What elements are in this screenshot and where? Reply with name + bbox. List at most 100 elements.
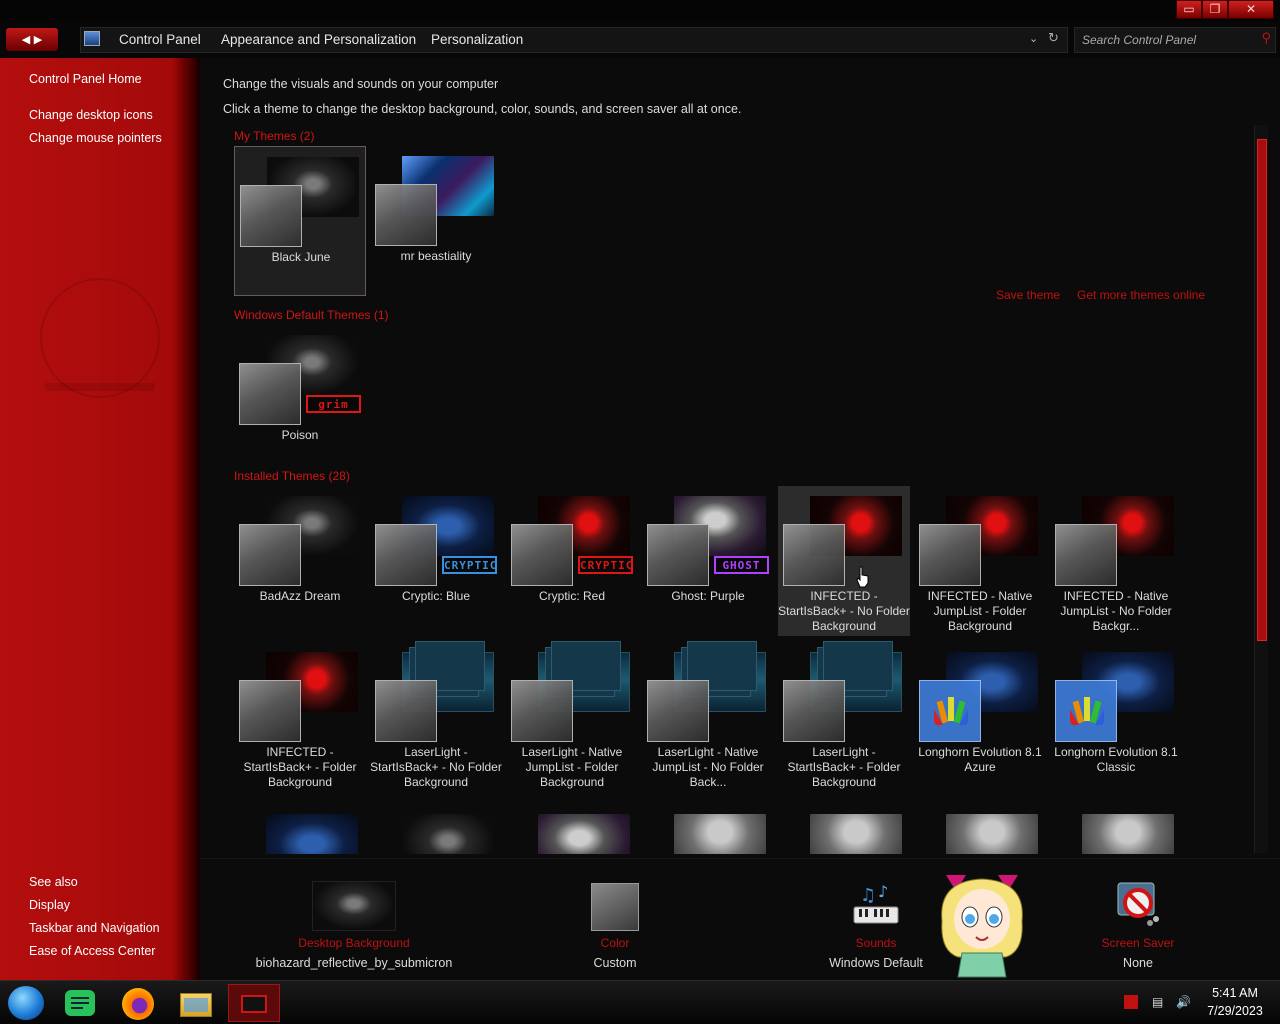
theme-tile[interactable]: grim Poison <box>234 325 366 475</box>
theme-tile[interactable] <box>370 804 502 854</box>
taskbar-navigation-link[interactable]: Taskbar and Navigation <box>29 921 160 935</box>
theme-name: LaserLight - Native JumpList - Folder Ba… <box>521 745 623 789</box>
theme-tile[interactable] <box>778 804 910 854</box>
theme-gallery: My Themes (2) Windows Default Themes (1)… <box>230 124 1254 854</box>
theme-name: Black June <box>271 250 331 264</box>
theme-color-swatch <box>647 524 709 586</box>
page-instructions: Click a theme to change the desktop back… <box>223 102 742 116</box>
theme-name: Poison <box>281 428 319 442</box>
theme-color-swatch <box>511 680 573 742</box>
volume-icon[interactable]: 🔊 <box>1176 995 1192 1009</box>
breadcrumb-personalization[interactable]: Personalization <box>431 32 523 47</box>
search-icon[interactable]: ⚲ <box>1261 31 1271 46</box>
main-content: Change the visuals and sounds on your co… <box>200 58 1280 980</box>
theme-color-swatch <box>783 680 845 742</box>
theme-tile[interactable]: Longhorn Evolution 8.1 Azure <box>914 642 1046 792</box>
theme-tile[interactable]: Longhorn Evolution 8.1 Classic <box>1050 642 1182 792</box>
theme-logo-badge: GHOST <box>714 556 769 574</box>
theme-tile[interactable]: INFECTED - Native JumpList - No Folder B… <box>1050 486 1182 636</box>
refresh-icon[interactable]: ↻ <box>1048 31 1059 46</box>
desktop-background-value: biohazard_reflective_by_submicron <box>255 956 453 970</box>
sounds-label: Sounds <box>855 936 897 950</box>
change-desktop-icons-link[interactable]: Change desktop icons <box>29 108 153 122</box>
theme-tile[interactable]: BadAzz Dream <box>234 486 366 636</box>
theme-logo-badge: CRYPTIC <box>442 556 497 574</box>
theme-name: INFECTED - Native JumpList - Folder Back… <box>927 589 1033 633</box>
theme-tile[interactable]: LaserLight - StartIsBack+ - No Folder Ba… <box>370 641 502 792</box>
theme-color-swatch <box>239 680 301 742</box>
theme-tile[interactable]: INFECTED - Native JumpList - Folder Back… <box>914 486 1046 636</box>
scrollbar-thumb[interactable] <box>1257 139 1267 641</box>
restore-button[interactable]: ❐ <box>1202 0 1228 19</box>
theme-color-swatch <box>239 524 301 586</box>
theme-tile[interactable] <box>234 804 366 854</box>
personalization-icon[interactable] <box>228 984 280 1022</box>
breadcrumb-control-panel[interactable]: Control Panel <box>119 32 201 47</box>
theme-tile[interactable]: Black June <box>234 146 366 296</box>
mascot-image <box>932 861 1032 979</box>
theme-name: Cryptic: Red <box>538 589 606 603</box>
breadcrumb-appearance[interactable]: Appearance and Personalization <box>221 32 416 47</box>
save-theme-link[interactable]: Save theme <box>996 288 1060 302</box>
theme-tile[interactable] <box>914 804 1046 854</box>
close-button[interactable]: ✕ <box>1228 0 1274 19</box>
network-icon[interactable]: ▤ <box>1152 995 1168 1009</box>
theme-tile[interactable] <box>506 804 638 854</box>
start-orb-icon[interactable] <box>6 984 46 1022</box>
back-forward-button[interactable]: ◀ ▶ <box>6 28 58 51</box>
theme-tile[interactable] <box>642 804 774 854</box>
theme-logo-badge: grim <box>306 395 361 413</box>
screen-saver-setting[interactable]: Screen Saver None <box>1098 873 1178 973</box>
tray-red-icon[interactable] <box>1124 995 1138 1009</box>
clock[interactable]: 5:41 AM 7/29/2023 <box>1200 984 1270 1020</box>
theme-wallpaper-thumbnail <box>538 814 630 854</box>
address-bar-row: ◀ ▶ Control Panel Appearance and Persona… <box>0 22 1280 58</box>
control-panel-home-link[interactable]: Control Panel Home <box>29 72 142 86</box>
sounds-setting[interactable]: ♫ ♪ Sounds Windows Default <box>829 873 923 973</box>
theme-tile[interactable]: GHOST Ghost: Purple <box>642 486 774 636</box>
get-more-themes-link[interactable]: Get more themes online <box>1077 288 1205 302</box>
theme-tile[interactable]: INFECTED - StartIsBack+ - Folder Backgro… <box>234 642 366 792</box>
sidebar-watermark <box>40 278 160 398</box>
mouse-cursor <box>856 566 870 588</box>
theme-tile[interactable] <box>1050 804 1182 854</box>
theme-settings-bar: Desktop Background biohazard_reflective_… <box>200 858 1280 980</box>
theme-tile[interactable]: CRYPTIC Cryptic: Red <box>506 486 638 636</box>
history-dropdown-icon[interactable]: ⌄ <box>1029 32 1038 45</box>
firefox-icon[interactable] <box>118 984 158 1022</box>
theme-color-swatch <box>375 680 437 742</box>
theme-tile[interactable]: INFECTED - StartIsBack+ - No Folder Back… <box>778 486 910 636</box>
theme-wallpaper-thumbnail <box>810 814 902 854</box>
theme-name: LaserLight - StartIsBack+ - Folder Backg… <box>787 745 901 789</box>
display-link[interactable]: Display <box>29 898 70 912</box>
theme-tile[interactable]: CRYPTIC Cryptic: Blue <box>370 486 502 636</box>
color-label: Color <box>600 936 630 950</box>
theme-tile[interactable]: mr beastiality <box>370 146 502 296</box>
search-input[interactable]: Search Control Panel ⚲ <box>1074 27 1276 53</box>
theme-tile[interactable]: LaserLight - Native JumpList - Folder Ba… <box>506 641 638 792</box>
theme-name: INFECTED - StartIsBack+ - No Folder Back… <box>778 589 910 633</box>
taskbar: ▤ 🔊 5:41 AM 7/29/2023 <box>0 980 1280 1024</box>
chat-icon[interactable] <box>60 984 100 1022</box>
breadcrumb[interactable]: Control Panel Appearance and Personaliza… <box>80 27 1068 53</box>
color-setting[interactable]: Color Custom <box>575 873 655 973</box>
file-explorer-icon[interactable] <box>176 984 216 1022</box>
desktop-background-setting[interactable]: Desktop Background biohazard_reflective_… <box>256 873 452 973</box>
theme-color-swatch <box>375 184 437 246</box>
ease-of-access-link[interactable]: Ease of Access Center <box>29 944 155 958</box>
theme-logo-badge: CRYPTIC <box>578 556 633 574</box>
theme-color-swatch <box>375 524 437 586</box>
page-title: Change the visuals and sounds on your co… <box>223 77 499 91</box>
svg-text:♪: ♪ <box>878 882 888 901</box>
default-themes-header: Windows Default Themes (1) <box>234 308 389 322</box>
theme-wallpaper-thumbnail <box>266 814 358 854</box>
color-swatch <box>591 883 639 931</box>
vertical-scrollbar[interactable] <box>1254 125 1268 853</box>
theme-name: Cryptic: Blue <box>401 589 471 603</box>
theme-name: LaserLight - StartIsBack+ - No Folder Ba… <box>370 745 502 789</box>
theme-tile[interactable]: LaserLight - Native JumpList - No Folder… <box>642 641 774 792</box>
theme-tile[interactable]: LaserLight - StartIsBack+ - Folder Backg… <box>778 641 910 792</box>
screen-saver-label: Screen Saver <box>1101 936 1175 950</box>
minimize-button[interactable]: ▭ <box>1176 0 1202 19</box>
change-mouse-pointers-link[interactable]: Change mouse pointers <box>29 131 162 145</box>
